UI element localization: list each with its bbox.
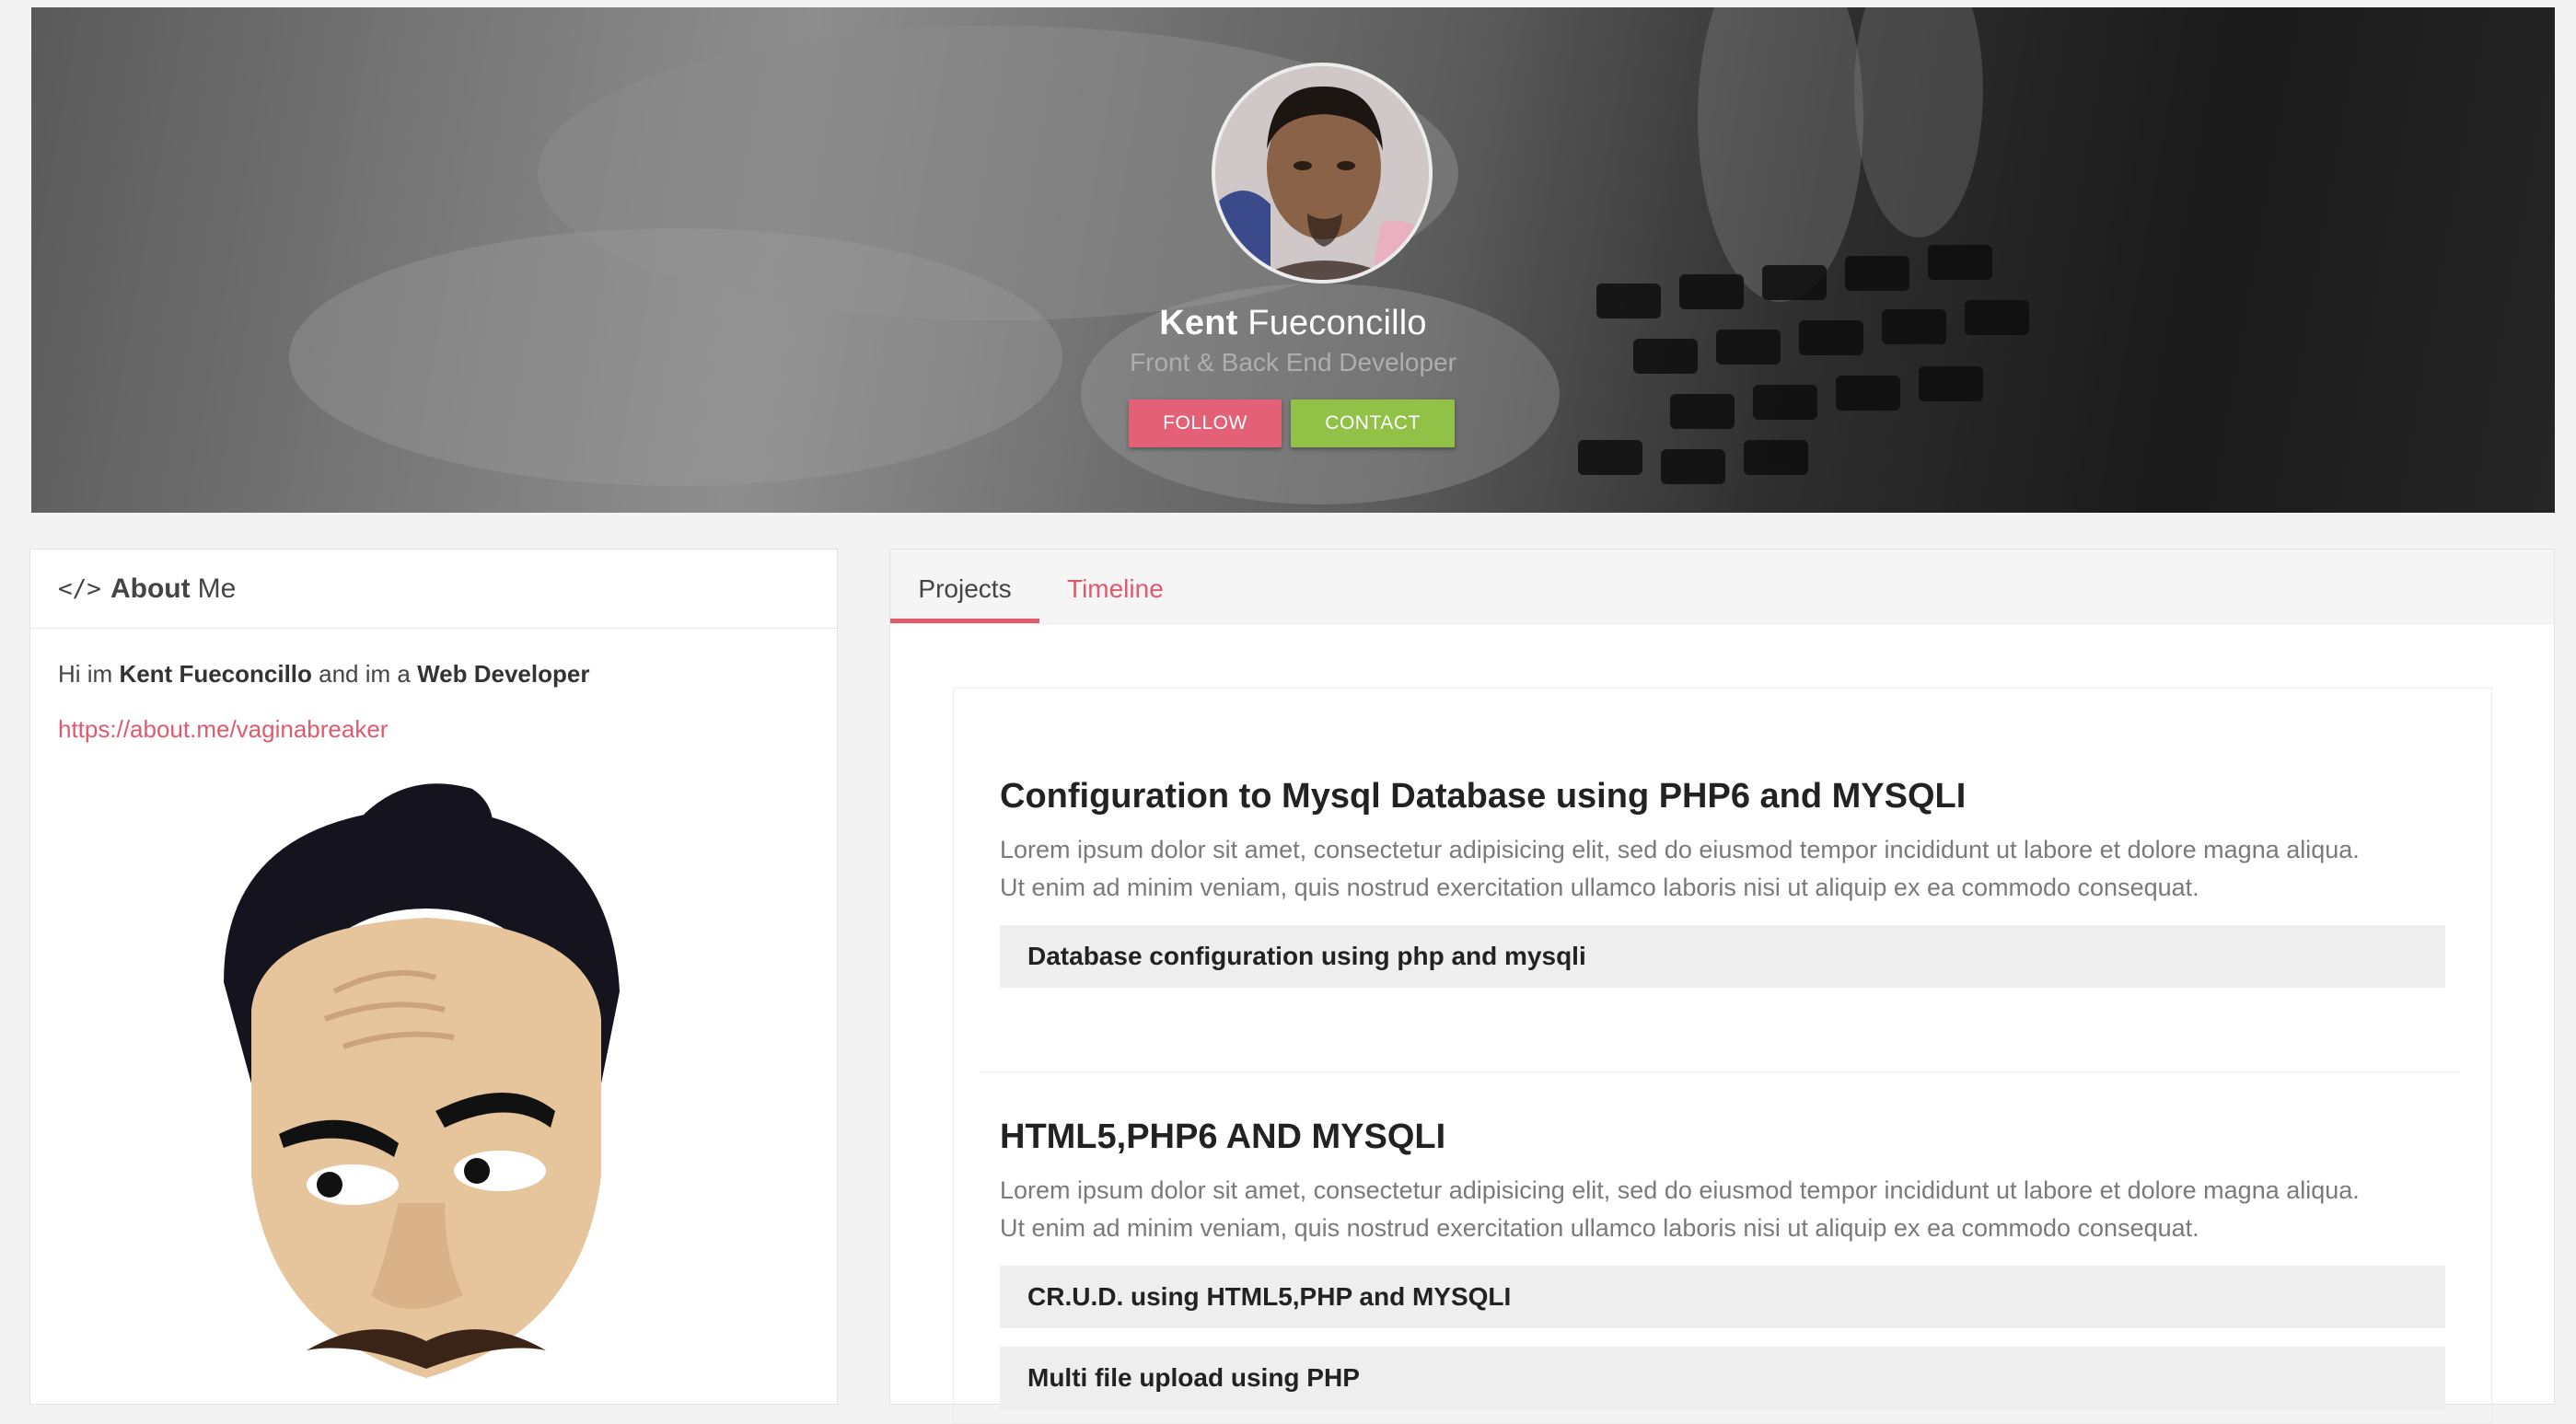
project-desc-line: Lorem ipsum dolor sit amet, consectetur … <box>1000 1176 2360 1204</box>
project-entry: HTML5,PHP6 AND MYSQLI Lorem ipsum dolor … <box>1000 1117 2445 1409</box>
intro-job: Web Developer <box>417 660 590 688</box>
caricature-image <box>224 783 620 1378</box>
about-title-rest: Me <box>197 573 237 604</box>
contact-button[interactable]: CONTACT <box>1291 399 1455 447</box>
project-divider <box>981 1071 2460 1072</box>
project-title: HTML5,PHP6 AND MYSQLI <box>1000 1117 1446 1156</box>
project-entry: Configuration to Mysql Database using PH… <box>1000 777 2445 988</box>
project-desc-line: Ut enim ad minim veniam, quis nostrud ex… <box>1000 1214 2199 1242</box>
about-title-bold: About <box>110 573 191 604</box>
intro-name: Kent Fueconcillo <box>119 660 312 688</box>
profile-name: Kent Fueconcillo <box>31 304 2555 343</box>
about-card: </> About Me Hi im Kent Fueconcillo and … <box>29 549 838 1405</box>
profile-avatar <box>1212 63 1433 284</box>
code-icon: </> <box>58 574 101 603</box>
project-title: Configuration to Mysql Database using PH… <box>1000 777 1967 816</box>
project-item[interactable]: CR.U.D. using HTML5,PHP and MYSQLI <box>1000 1266 2445 1328</box>
project-description: Lorem ipsum dolor sit amet, consectetur … <box>1000 831 2445 907</box>
profile-role: Front & Back End Developer <box>1130 348 1456 376</box>
tab-projects[interactable]: Projects <box>890 550 1039 623</box>
profile-last-name: Fueconcillo <box>1247 304 1427 342</box>
intro-prefix: Hi im <box>58 660 120 688</box>
about-header: </> About Me <box>30 550 837 629</box>
profile-cover: Kent Fueconcillo Front & Back End Develo… <box>31 7 2555 513</box>
tab-bar: Projects Timeline <box>890 550 2554 624</box>
tab-timeline[interactable]: Timeline <box>1067 550 1187 623</box>
projects-card: Projects Timeline Configuration to Mysql… <box>889 549 2555 1424</box>
project-item[interactable]: Multi file upload using PHP <box>1000 1347 2445 1409</box>
project-desc-line: Lorem ipsum dolor sit amet, consectetur … <box>1000 836 2360 863</box>
project-item[interactable]: Database configuration using php and mys… <box>1000 925 2445 988</box>
intro-mid: and im a <box>311 660 418 688</box>
about-intro: Hi im Kent Fueconcillo and im a Web Deve… <box>58 660 589 689</box>
projects-panel: Configuration to Mysql Database using PH… <box>953 688 2492 1424</box>
profile-first-name: Kent <box>1159 304 1238 342</box>
project-desc-line: Ut enim ad minim veniam, quis nostrud ex… <box>1000 874 2199 901</box>
project-description: Lorem ipsum dolor sit amet, consectetur … <box>1000 1172 2445 1247</box>
about-me-link[interactable]: https://about.me/vaginabreaker <box>58 715 388 744</box>
follow-button[interactable]: FOLLOW <box>1129 399 1282 447</box>
